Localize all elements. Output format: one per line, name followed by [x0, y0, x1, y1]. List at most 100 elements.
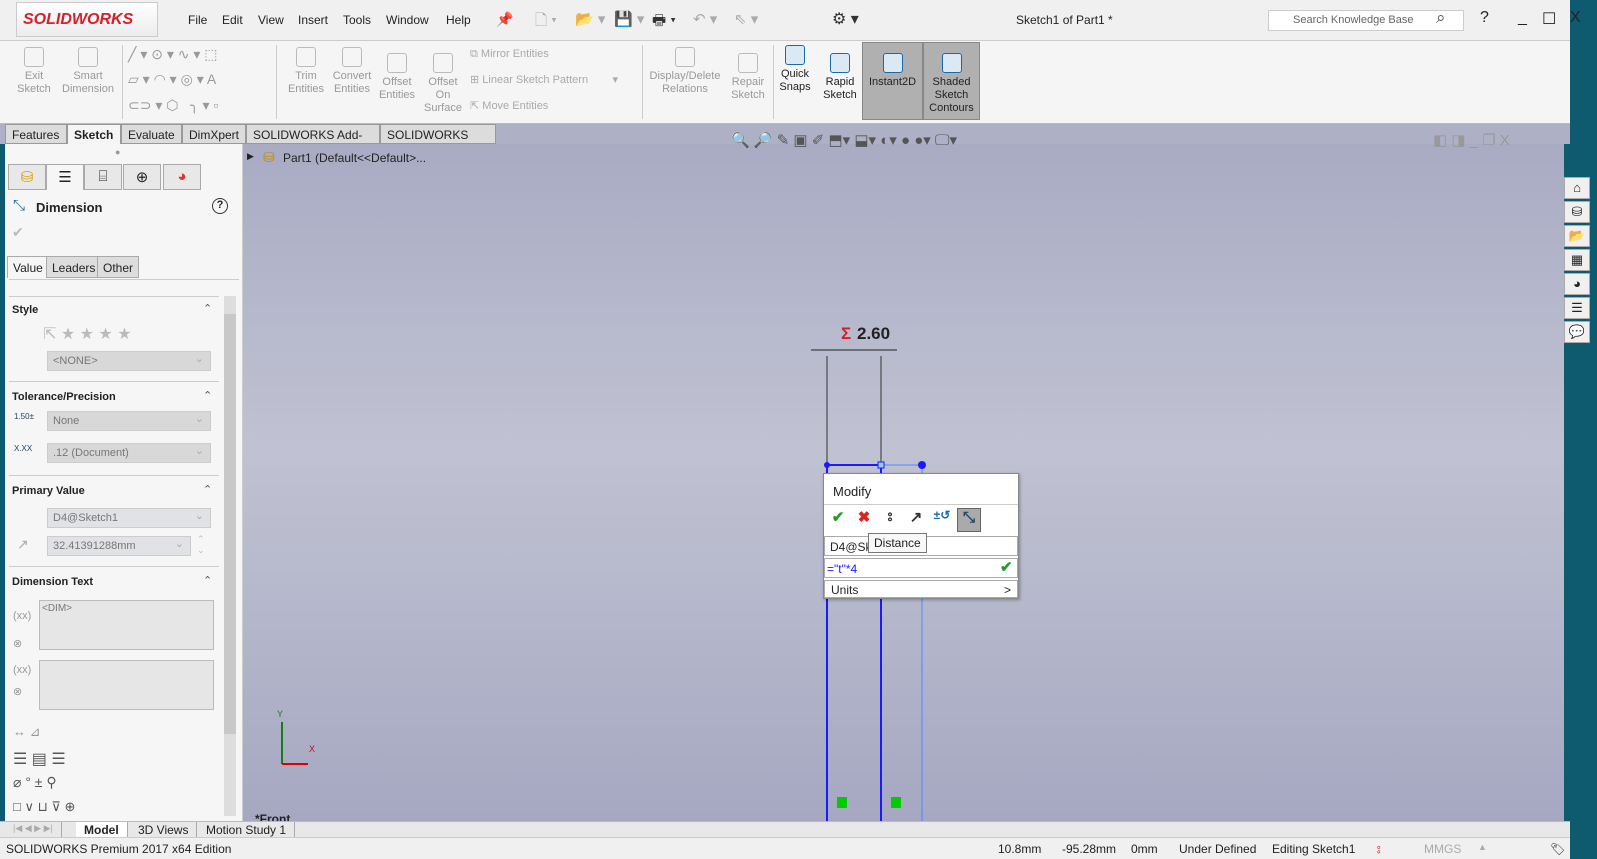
tab-mbd[interactable]: SOLIDWORKS MBD: [380, 124, 496, 156]
tab-3d-views[interactable]: 3D Views: [130, 822, 198, 838]
file-explorer-icon[interactable]: 📂: [1564, 225, 1590, 247]
select-icon[interactable]: ⇖ ▾: [734, 10, 758, 28]
offset-on-surface-button[interactable]: Offset On Surface: [420, 53, 466, 115]
tab-evaluate[interactable]: Evaluate: [121, 124, 182, 144]
convert-entities-button[interactable]: Convert Entities: [328, 47, 376, 96]
precision-dropdown[interactable]: .12 (Document): [47, 443, 211, 463]
options-gear-icon[interactable]: ⚙ ▾: [832, 9, 859, 29]
style-dropdown[interactable]: <NONE>: [47, 351, 211, 371]
symbol-icons[interactable]: ⌀ ° ± ⚲: [13, 774, 57, 791]
tab-value[interactable]: Value: [7, 256, 49, 278]
cancel-icon[interactable]: ✖: [852, 508, 876, 532]
new-document-icon[interactable]: 🗋 ▾: [535, 10, 557, 35]
tab-features[interactable]: Features: [5, 124, 67, 144]
mark-for-drawing-icon[interactable]: ⤡: [957, 508, 981, 532]
linear-sketch-pattern-button[interactable]: ⊞ Linear Sketch Pattern ▾: [470, 73, 618, 86]
dimxpert-manager-tab[interactable]: ⊕: [123, 164, 161, 190]
tag-icon[interactable]: 🏷: [1550, 842, 1565, 856]
text-justify-icons[interactable]: (xx) ⊗: [13, 602, 31, 658]
shaded-sketch-contours-button[interactable]: Shaded Sketch Contours: [923, 42, 980, 120]
smart-dimension-button[interactable]: Smart Dimension: [60, 47, 116, 96]
search-input[interactable]: Search Knowledge Base: [1268, 10, 1464, 31]
instant2d-button[interactable]: Instant2D: [862, 42, 923, 120]
confirm-equation-icon[interactable]: ✔: [1000, 558, 1013, 576]
slot-tool-icon[interactable]: ⊂⊃ ▾ ⬡ ╮ ▾ ▫: [128, 97, 218, 114]
sketch-endpoint[interactable]: [877, 461, 885, 469]
print-icon[interactable]: 🖶 ▾: [652, 10, 676, 35]
tab-other[interactable]: Other: [97, 256, 140, 278]
heads-up-view-toolbar[interactable]: 🔍 🔎 ✎ ▣ ✐ ⬒▾ ⬓▾ ◐▾ ● ●▾ 🖵▾: [731, 131, 957, 149]
help-button[interactable]: ?: [1480, 9, 1489, 27]
alignment-icons[interactable]: ☰ ▤ ☰: [13, 749, 66, 769]
tab-motion-study-1[interactable]: Motion Study 1: [198, 822, 296, 838]
tolerance-type-dropdown[interactable]: None: [47, 411, 211, 431]
equation-input[interactable]: ="t"*4: [824, 558, 1018, 578]
unit-system[interactable]: MMGS: [1424, 842, 1461, 856]
quick-snaps-button[interactable]: Quick Snaps: [776, 45, 814, 94]
tab-sketch[interactable]: Sketch: [67, 124, 121, 144]
open-icon[interactable]: 📂 ▾: [575, 10, 605, 28]
offset-entities-button[interactable]: Offset Entities: [376, 53, 418, 102]
tab-dimxpert[interactable]: DimXpert: [182, 124, 246, 144]
menu-help[interactable]: Help: [446, 13, 471, 27]
reset-spin-increment-icon[interactable]: ±↺: [930, 508, 954, 532]
search-icon[interactable]: ⌕: [1436, 8, 1446, 28]
text-position-icons[interactable]: ↔ ⊿: [13, 724, 41, 740]
ok-checkmark-icon[interactable]: ✔: [12, 224, 24, 241]
scrollbar-thumb[interactable]: [224, 314, 236, 734]
help-icon[interactable]: ?: [212, 198, 228, 214]
dimension-text-above[interactable]: <DIM>: [39, 600, 214, 650]
tab-addins[interactable]: SOLIDWORKS Add-Ins: [246, 124, 380, 156]
ok-icon[interactable]: ✔: [826, 508, 850, 532]
sketch-point[interactable]: [824, 462, 830, 468]
rapid-sketch-button[interactable]: Rapid Sketch: [820, 53, 860, 102]
collapse-primary-value-icon[interactable]: ⌃: [203, 483, 212, 496]
view-palette-icon[interactable]: ▦: [1564, 249, 1590, 271]
mirror-entities-button[interactable]: ⧉ Mirror Entities: [470, 48, 549, 61]
home-icon[interactable]: ⌂: [1564, 177, 1590, 199]
dimension-name-field[interactable]: D4@Sketch1: [47, 508, 211, 528]
trim-entities-button[interactable]: Trim Entities: [282, 47, 330, 96]
rebuild-icon[interactable]: ⦂: [1377, 842, 1381, 857]
text-justify-icons-below[interactable]: (xx) ⊗: [13, 659, 31, 703]
collapse-dimension-text-icon[interactable]: ⌃: [203, 574, 212, 587]
dimension-value-field[interactable]: 32.41391288mm: [47, 536, 191, 556]
repair-sketch-button[interactable]: Repair Sketch: [728, 53, 768, 102]
menu-view[interactable]: View: [258, 13, 284, 27]
forum-icon[interactable]: 💬: [1564, 321, 1590, 343]
pin-icon[interactable]: 📌: [496, 11, 513, 28]
rebuild-traffic-light-icon[interactable]: ⦂: [878, 508, 902, 532]
splitter-handle[interactable]: ●: [115, 147, 120, 157]
tab-leaders[interactable]: Leaders: [46, 256, 102, 278]
display-manager-tab[interactable]: ◕: [163, 164, 201, 190]
undo-icon[interactable]: ↶ ▾: [693, 10, 717, 28]
more-symbol-icons[interactable]: □ ∨ ⊔ ⊽ ⊕: [13, 799, 75, 815]
display-delete-relations-button[interactable]: Display/Delete Relations: [648, 47, 722, 96]
style-buttons-icon[interactable]: ⇱ ★ ★ ★ ★: [43, 324, 132, 344]
dimension-text-below[interactable]: [39, 660, 214, 710]
viewport-window-controls[interactable]: ◧ ◨ _ ❐ X: [1433, 131, 1510, 149]
collapse-tolerance-icon[interactable]: ⌃: [203, 389, 212, 402]
rectangle-tool-icon[interactable]: ▱ ▾ ◠ ▾ ◎ ▾ A: [128, 71, 216, 88]
configuration-manager-tab[interactable]: ⌸: [84, 164, 122, 190]
menu-edit[interactable]: Edit: [222, 13, 243, 27]
sketch-point[interactable]: [918, 461, 926, 469]
tab-scroll-arrows[interactable]: |◀ ◀ ▶ ▶|: [5, 822, 62, 838]
scrollbar[interactable]: [224, 296, 236, 816]
custom-properties-icon[interactable]: ☰: [1564, 297, 1590, 319]
menu-file[interactable]: File: [188, 13, 207, 27]
value-spinner[interactable]: ⌃ ⌄: [197, 534, 205, 556]
menu-tools[interactable]: Tools: [343, 13, 371, 27]
close-button[interactable]: X: [1570, 9, 1581, 27]
property-manager-tab[interactable]: ☰: [46, 164, 84, 190]
maximize-button[interactable]: ☐: [1542, 9, 1556, 29]
line-tool-icon[interactable]: ╱ ▾ ⊙ ▾ ∿ ▾ ⬚: [128, 46, 218, 63]
unit-system-dropdown-icon[interactable]: ▲: [1478, 842, 1487, 852]
units-menu[interactable]: Units >: [824, 580, 1018, 598]
move-entities-button[interactable]: ⇱ Move Entities: [470, 99, 548, 112]
collapse-style-icon[interactable]: ⌃: [203, 302, 212, 315]
minimize-button[interactable]: _: [1518, 9, 1527, 27]
solidworks-logo[interactable]: SOLIDWORKS: [16, 2, 158, 37]
appearances-icon[interactable]: ◕: [1564, 273, 1590, 295]
exit-sketch-button[interactable]: Exit Sketch: [12, 47, 56, 96]
